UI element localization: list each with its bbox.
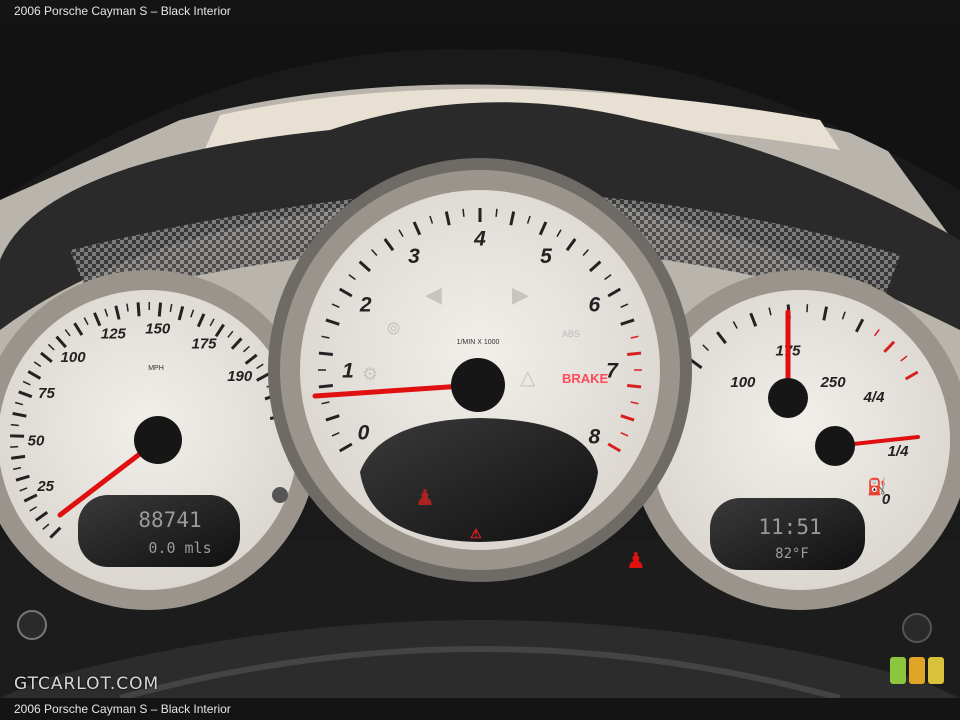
gauge-label: 5: [540, 245, 552, 268]
gauge-label: 0: [358, 421, 370, 444]
gauge-tick: [11, 454, 26, 460]
logo-block-green: [890, 657, 906, 684]
gear-warning-icon: ⚠: [470, 526, 482, 541]
caption-bar-bottom: 2006 Porsche Cayman S – Black Interior: [0, 698, 960, 720]
gauge-label: 150: [145, 321, 171, 338]
gauge-tick: [136, 302, 141, 317]
caption-bar-top: 2006 Porsche Cayman S – Black Interior: [0, 0, 960, 22]
tire-pressure-icon: ⊚: [386, 318, 401, 338]
gauge-label: 250: [820, 374, 847, 391]
tachometer-gauge: 012345678 1/MIN X 1000 ABS BRAKE ◀ ▶ ⊚ △…: [268, 158, 692, 582]
gauge-tick: [318, 351, 333, 357]
left-turn-arrow-icon: ◀: [425, 282, 442, 307]
gauge-label: 25: [36, 478, 54, 495]
clock-adjust-knob: [902, 613, 932, 643]
odometer-readout: 88741: [138, 508, 201, 532]
outside-temp-readout: 82°F: [775, 546, 809, 562]
gauge-label: 100: [61, 349, 87, 366]
gauge-label: 1: [342, 359, 354, 382]
abs-warning: ABS: [562, 329, 580, 339]
dashboard-photo: 25 50 75 100 125 150 175 190 MPH 88741 0.0 mls …: [0, 22, 960, 698]
gauge-label: 3: [408, 245, 420, 268]
gauge-tick: [462, 208, 465, 217]
gauge-label: 190: [227, 368, 253, 385]
engine-check-icon: ⚙: [362, 364, 378, 384]
logo-block-orange: [909, 657, 925, 684]
clock-readout: 11:51: [758, 515, 821, 539]
caption-bottom: 2006 Porsche Cayman S – Black Interior: [14, 702, 231, 716]
gauge-label: 8: [588, 425, 600, 448]
gauge-tick: [157, 302, 163, 317]
gauge-tick: [627, 383, 642, 389]
gauge-label: 75: [38, 385, 55, 402]
brake-warning: BRAKE: [562, 371, 609, 386]
logo-block-yellow: [928, 657, 944, 684]
gauge-label: 175: [191, 335, 217, 352]
stability-warning-icon: △: [520, 367, 536, 389]
site-logo: [890, 657, 944, 684]
gauge-label: 50: [28, 432, 45, 449]
fuel-label: 1/4: [888, 443, 910, 460]
gauge-tick: [10, 423, 19, 427]
gauge-label: 6: [588, 293, 600, 316]
gauge-label: 2: [359, 293, 372, 316]
gauge-tick: [627, 351, 642, 357]
gauge-label: 125: [101, 326, 127, 343]
right-turn-arrow-icon: ▶: [512, 282, 529, 307]
trip-reset-knob: [17, 610, 47, 640]
gauge-label: 100: [730, 374, 756, 391]
fuel-label: 4/4: [863, 389, 886, 406]
gauge-tick: [318, 383, 333, 389]
fuel-pump-icon: ⛽: [867, 477, 887, 496]
seatbelt-warning-icon: ♟: [415, 485, 435, 510]
trip-readout: 0.0 mls: [148, 539, 211, 557]
speedometer-unit: MPH: [148, 365, 164, 372]
tachometer-unit: 1/MIN X 1000: [457, 339, 500, 346]
gauge-label: 4: [473, 227, 486, 250]
watermark: GTCARLOT.COM: [14, 674, 160, 694]
caption-top: 2006 Porsche Cayman S – Black Interior: [14, 4, 231, 18]
seatbelt-reminder-icon: ♟: [626, 548, 646, 573]
gauge-tick: [495, 208, 498, 217]
